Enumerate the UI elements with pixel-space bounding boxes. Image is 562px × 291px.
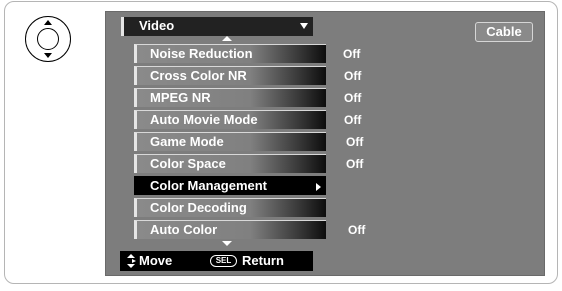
menu-item-mpeg-nr[interactable]: MPEG NR: [134, 88, 326, 107]
up-down-arrows-icon: [127, 254, 136, 268]
menu-item-label: Game Mode: [150, 134, 224, 149]
menu-item-label: Cross Color NR: [150, 68, 247, 83]
help-bar: Move SEL Return: [120, 251, 313, 271]
dpad-up-arrow-icon: [44, 20, 52, 25]
menu-item-value: Off: [346, 135, 364, 149]
menu-item-value: Off: [348, 223, 366, 237]
menu-item-cross-color-nr[interactable]: Cross Color NR: [134, 66, 326, 85]
menu-item-game-mode[interactable]: Game Mode: [134, 132, 326, 151]
menu-item-value: Off: [343, 47, 361, 61]
menu-item-label: Auto Color: [150, 222, 218, 237]
dpad-down-arrow-icon: [44, 53, 52, 58]
menu-item-label: Auto Movie Mode: [150, 112, 258, 127]
menu-item-value: Off: [346, 157, 364, 171]
remote-dpad-icon: [25, 16, 71, 62]
chevron-down-icon: [300, 23, 308, 29]
menu-item-value: Off: [344, 113, 362, 127]
menu-title: Video: [139, 18, 175, 33]
scroll-down-icon[interactable]: [222, 241, 232, 246]
menu-item-label: Color Decoding: [150, 200, 247, 215]
menu-item-label: MPEG NR: [150, 90, 211, 105]
menu-item-auto-movie-mode[interactable]: Auto Movie Mode: [134, 110, 326, 129]
chevron-right-icon: [316, 183, 321, 191]
move-label: Move: [139, 253, 173, 268]
menu-title-dropdown[interactable]: Video: [121, 17, 313, 36]
menu-item-auto-color[interactable]: Auto Color: [134, 220, 326, 239]
menu-item-label: Color Space: [150, 156, 226, 171]
menu-item-color-management[interactable]: Color Management: [134, 176, 326, 195]
menu-item-color-space[interactable]: Color Space: [134, 154, 326, 173]
menu-item-value: Off: [344, 91, 362, 105]
input-source-badge: Cable: [475, 22, 533, 42]
scroll-up-icon[interactable]: [222, 36, 232, 41]
return-label: Return: [242, 253, 284, 268]
dpad-center-icon: [37, 28, 59, 50]
sel-key-icon: SEL: [210, 255, 237, 267]
menu-item-label: Noise Reduction: [150, 46, 253, 61]
menu-item-label: Color Management: [150, 178, 268, 193]
menu-item-noise-reduction[interactable]: Noise Reduction: [134, 44, 326, 63]
menu-item-color-decoding[interactable]: Color Decoding: [134, 198, 326, 217]
menu-item-value: Off: [344, 69, 362, 83]
